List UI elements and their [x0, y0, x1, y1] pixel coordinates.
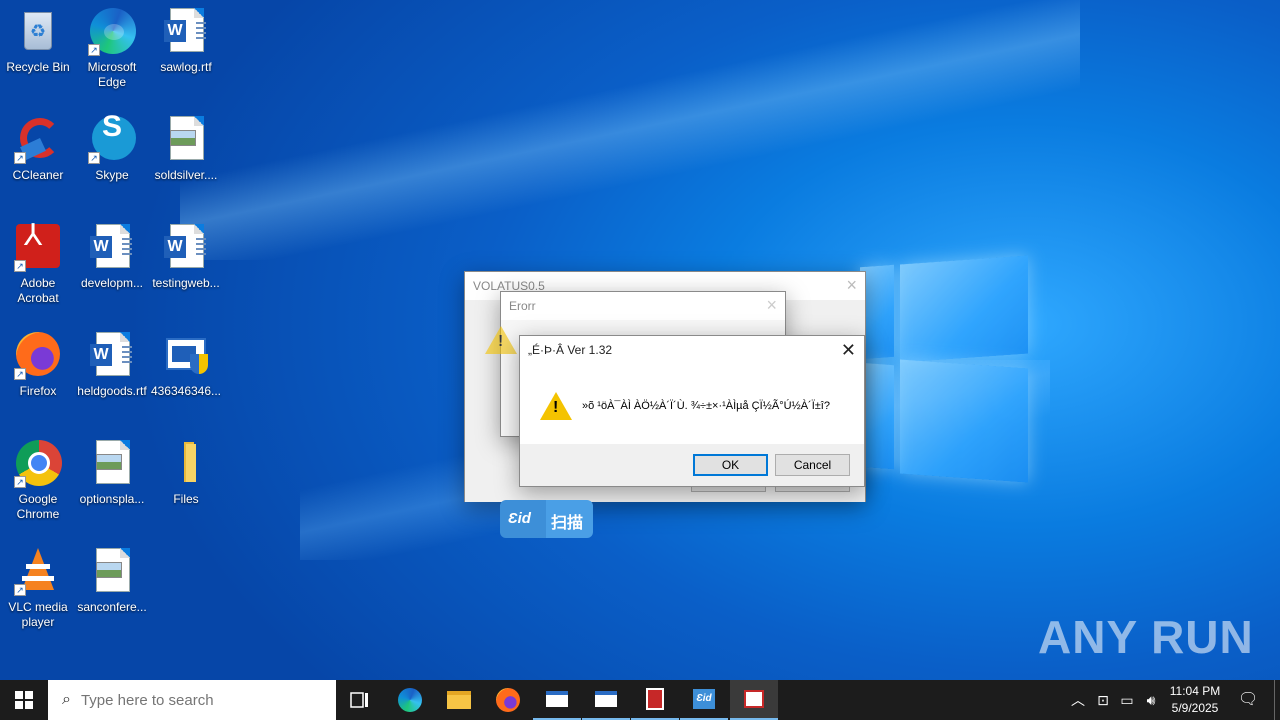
network-status-icon[interactable]: ⊡ [1093, 690, 1113, 710]
cancel-button[interactable]: Cancel [775, 454, 850, 476]
taskbar-edge[interactable] [386, 680, 434, 720]
taskbar-active-app[interactable] [730, 680, 778, 720]
taskbar-app-window-1[interactable] [533, 680, 581, 720]
edge-icon [398, 688, 422, 712]
desktop-icon-firefox[interactable]: ↗ Firefox [0, 332, 76, 399]
search-icon: ⌕ [62, 691, 71, 708]
close-icon[interactable]: × [766, 296, 777, 314]
app-window-icon [595, 691, 617, 707]
close-icon[interactable]: × [846, 276, 857, 294]
eid-logo-icon: Ɛid [693, 689, 715, 709]
desktop-icon-files[interactable]: Files [148, 440, 224, 507]
shortcut-arrow-icon: ↗ [14, 260, 26, 272]
light-beam [180, 0, 1080, 260]
clock-date: 5/9/2025 [1171, 701, 1219, 715]
chrome-icon: ↗ [14, 440, 62, 488]
skype-icon: S ↗ [88, 112, 136, 164]
shortcut-arrow-icon: ↗ [14, 152, 26, 164]
desktop-icon-soldsilver[interactable]: soldsilver.... [148, 116, 224, 183]
main-dialog-message: »õ ¹öÀ¯ÀÌ ÀÖ½À´Ï´Ù. ¾÷±×·¹ÀÌµå ÇÏ½Ã°Ú½À´… [582, 400, 830, 412]
dialog-app-icon [744, 690, 764, 708]
task-view-button[interactable] [336, 680, 384, 720]
firefox-icon: ↗ [14, 332, 62, 380]
shortcut-arrow-icon: ↗ [14, 368, 26, 380]
desktop-icon-sawlog[interactable]: W sawlog.rtf [148, 8, 224, 75]
recycle-bin-icon: ♻ [14, 8, 62, 56]
shortcut-arrow-icon: ↗ [88, 44, 100, 56]
scan-badge[interactable]: Ɛid 扫描 [500, 500, 593, 538]
error-title: Erorr [501, 292, 785, 320]
desktop-icon-optionspla[interactable]: optionspla... [74, 440, 150, 507]
taskbar: ⌕ Ɛid ︿ ⊡ ▭ 🔊︎ 11:04 PM 5/9/2025 🗨︎ [0, 680, 1280, 720]
red-app-icon [646, 688, 664, 710]
desktop-icon-installer[interactable]: 436346346... [148, 332, 224, 399]
taskbar-file-explorer[interactable] [435, 680, 483, 720]
windows-start-icon [15, 691, 33, 709]
app-window-icon [546, 691, 568, 707]
search-input[interactable] [80, 691, 311, 709]
windows-logo-wallpaper [860, 242, 1030, 483]
chevron-up-icon[interactable]: ︿ [1068, 690, 1088, 710]
word-document-icon: W [162, 224, 210, 272]
shortcut-arrow-icon: ↗ [88, 152, 100, 164]
vlc-icon: ↗ [14, 548, 62, 596]
folder-icon [162, 440, 210, 488]
close-icon[interactable]: ✕ [841, 341, 856, 359]
volume-icon[interactable]: 🔊︎ [1141, 690, 1161, 710]
ccleaner-icon: ↗ [14, 116, 62, 164]
desktop-icon-heldgoods[interactable]: W heldgoods.rtf [74, 332, 150, 399]
word-document-icon: W [88, 332, 136, 380]
word-document-icon: W [162, 8, 210, 56]
main-dialog-title: „É·Þ·Â Ver 1.32 [520, 336, 864, 364]
installer-icon [162, 332, 210, 380]
eid-logo-icon: Ɛid [508, 510, 531, 527]
show-desktop-button[interactable] [1274, 680, 1275, 720]
edge-icon: ↗ [88, 8, 136, 56]
desktop-icon-testingweb[interactable]: W testingweb... [148, 224, 224, 291]
desktop-icon-adobe-acrobat[interactable]: ⅄ ↗ Adobe Acrobat [0, 221, 76, 306]
ok-button[interactable]: OK [693, 454, 768, 476]
anyrun-watermark: ANY RUN [1038, 611, 1254, 663]
acrobat-icon: ⅄ ↗ [14, 221, 62, 272]
taskbar-app-red[interactable] [631, 680, 679, 720]
firefox-icon [496, 688, 520, 712]
image-file-icon [88, 548, 136, 596]
image-file-icon [162, 116, 210, 164]
clock-time: 11:04 PM [1169, 684, 1221, 698]
scan-label: 扫描 [551, 515, 584, 532]
word-document-icon: W [88, 224, 136, 272]
main-dialog[interactable]: „É·Þ·Â Ver 1.32 ✕ ! »õ ¹öÀ¯ÀÌ ÀÖ½À´Ï´Ù. … [519, 335, 865, 487]
folder-icon [447, 691, 471, 709]
desktop-icon-vlc[interactable]: ↗ VLC media player [0, 548, 76, 630]
warning-icon: ! [485, 326, 517, 354]
desktop-icon-google-chrome[interactable]: ↗ Google Chrome [0, 440, 76, 522]
warning-icon: ! [540, 392, 572, 420]
desktop-icon-ccleaner[interactable]: ↗ CCleaner [0, 116, 76, 183]
desktop-icon-sanconfere[interactable]: sanconfere... [74, 548, 150, 615]
taskbar-search[interactable]: ⌕ [48, 680, 336, 720]
taskbar-clock[interactable]: 11:04 PM 5/9/2025 [1164, 683, 1226, 717]
taskbar-firefox[interactable] [484, 680, 532, 720]
taskbar-app-window-2[interactable] [582, 680, 630, 720]
notification-icon[interactable]: 🗨︎ [1238, 690, 1258, 710]
taskbar-eid-app[interactable]: Ɛid [680, 680, 728, 720]
network-icon[interactable]: ▭ [1117, 690, 1137, 710]
desktop-icon-microsoft-edge[interactable]: ↗ Microsoft Edge [74, 8, 150, 90]
shortcut-arrow-icon: ↗ [14, 584, 26, 596]
shortcut-arrow-icon: ↗ [14, 476, 26, 488]
desktop-icon-skype[interactable]: S ↗ Skype [74, 112, 150, 183]
image-file-icon [88, 440, 136, 488]
desktop-icon-developm[interactable]: W developm... [74, 224, 150, 291]
desktop-icon-recycle-bin[interactable]: ♻ Recycle Bin [0, 8, 76, 75]
task-view-icon [350, 692, 368, 708]
start-button[interactable] [0, 680, 48, 720]
